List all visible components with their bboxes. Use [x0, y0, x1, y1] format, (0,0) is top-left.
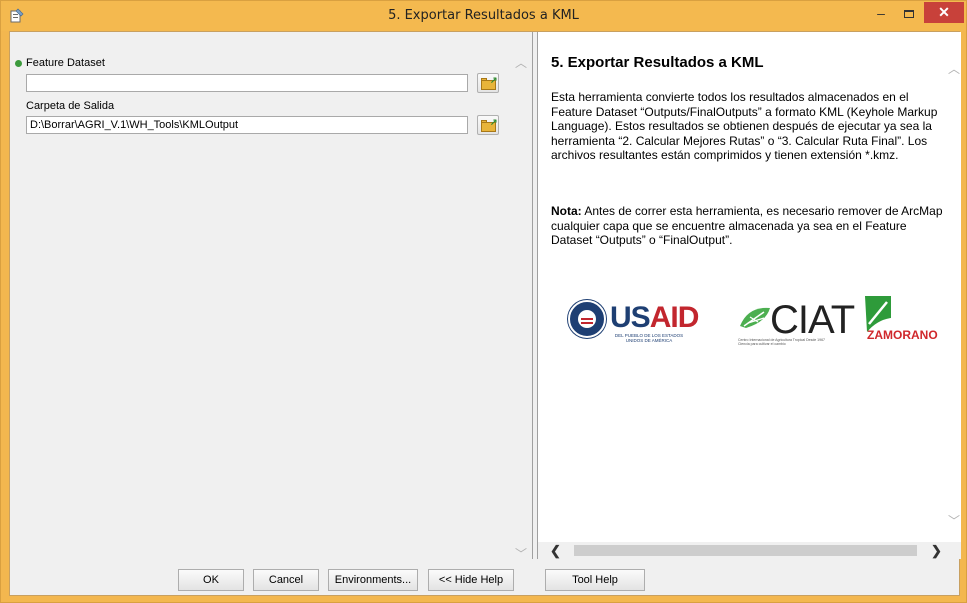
- scroll-down-icon[interactable]: ﹀: [515, 545, 527, 562]
- hide-help-button[interactable]: << Hide Help: [428, 569, 514, 591]
- output-folder-browse-button[interactable]: ↗: [477, 115, 499, 135]
- help-horizontal-scrollbar[interactable]: ❮ ❯: [538, 542, 961, 559]
- tool-help-button[interactable]: Tool Help: [545, 569, 645, 591]
- title-bar[interactable]: 5. Exportar Resultados a KML – ✕: [1, 1, 966, 31]
- output-folder-input[interactable]: D:\Borrar\AGRI_V.1\WH_Tools\KMLOutput: [26, 116, 468, 134]
- window-title: 5. Exportar Resultados a KML: [388, 8, 579, 23]
- zamorano-logo: ZAMORANO: [863, 294, 953, 350]
- feature-dataset-browse-button[interactable]: ↗: [477, 73, 499, 93]
- close-button[interactable]: ✕: [924, 2, 964, 23]
- usaid-word-aid: AID: [649, 301, 700, 334]
- parameters-panel: Feature Dataset ↗ Carpeta de Salida D:\B…: [10, 32, 533, 562]
- scroll-left-icon[interactable]: ❮: [550, 543, 561, 559]
- help-scroll-up-icon[interactable]: ︿: [948, 60, 960, 77]
- required-parameter-icon: [15, 60, 22, 67]
- cancel-button[interactable]: Cancel: [253, 569, 319, 591]
- minimize-button[interactable]: –: [869, 6, 893, 24]
- help-scroll-down-icon[interactable]: ﹀: [948, 512, 960, 529]
- arrow-icon: ↗: [490, 117, 498, 127]
- help-title: 5. Exportar Resultados a KML: [551, 54, 764, 71]
- arrow-icon: ↗: [490, 75, 498, 85]
- ok-button[interactable]: OK: [178, 569, 244, 591]
- help-note: Nota: Antes de correr esta herramienta, …: [551, 204, 946, 248]
- ciat-leaf-icon: [740, 307, 770, 328]
- help-panel: 5. Exportar Resultados a KML Esta herram…: [537, 32, 961, 559]
- zamorano-word: ZAMORANO: [867, 328, 938, 342]
- usaid-word-us: US: [610, 301, 651, 334]
- usaid-seal-icon: [568, 300, 606, 338]
- ciat-subtitle: Centro Internacional de Agricultura Trop…: [738, 338, 825, 346]
- ciat-word: CIAT: [770, 298, 855, 342]
- note-text: Antes de correr esta herramienta, es nec…: [551, 204, 943, 247]
- dialog-client-area: Feature Dataset ↗ Carpeta de Salida D:\B…: [9, 31, 961, 596]
- maximize-button[interactable]: [897, 6, 921, 24]
- feature-dataset-input[interactable]: [26, 74, 468, 92]
- output-folder-label: Carpeta de Salida: [26, 100, 115, 112]
- help-description: Esta herramienta convierte todos los res…: [551, 90, 938, 162]
- usaid-logo: USAID DEL PUEBLO DE LOS ESTADOS UNIDOS D…: [568, 300, 700, 350]
- usaid-subtitle: DEL PUEBLO DE LOS ESTADOS UNIDOS DE AMÉR…: [614, 333, 684, 343]
- tool-dialog-window: 5. Exportar Resultados a KML – ✕ Feature…: [0, 0, 967, 603]
- scroll-up-icon[interactable]: ︿: [515, 54, 527, 71]
- scroll-thumb[interactable]: [574, 545, 917, 556]
- note-label: Nota:: [551, 204, 582, 218]
- feature-dataset-label: Feature Dataset: [26, 57, 105, 69]
- environments-button[interactable]: Environments...: [328, 569, 418, 591]
- scroll-right-icon[interactable]: ❯: [931, 543, 942, 559]
- parameters-scrollbar[interactable]: ︿ ﹀: [511, 52, 531, 562]
- maximize-icon: [904, 10, 914, 18]
- zamorano-leaf-icon: [865, 296, 891, 332]
- ciat-logo: CIAT Centro Internacional de Agricultura…: [738, 298, 858, 350]
